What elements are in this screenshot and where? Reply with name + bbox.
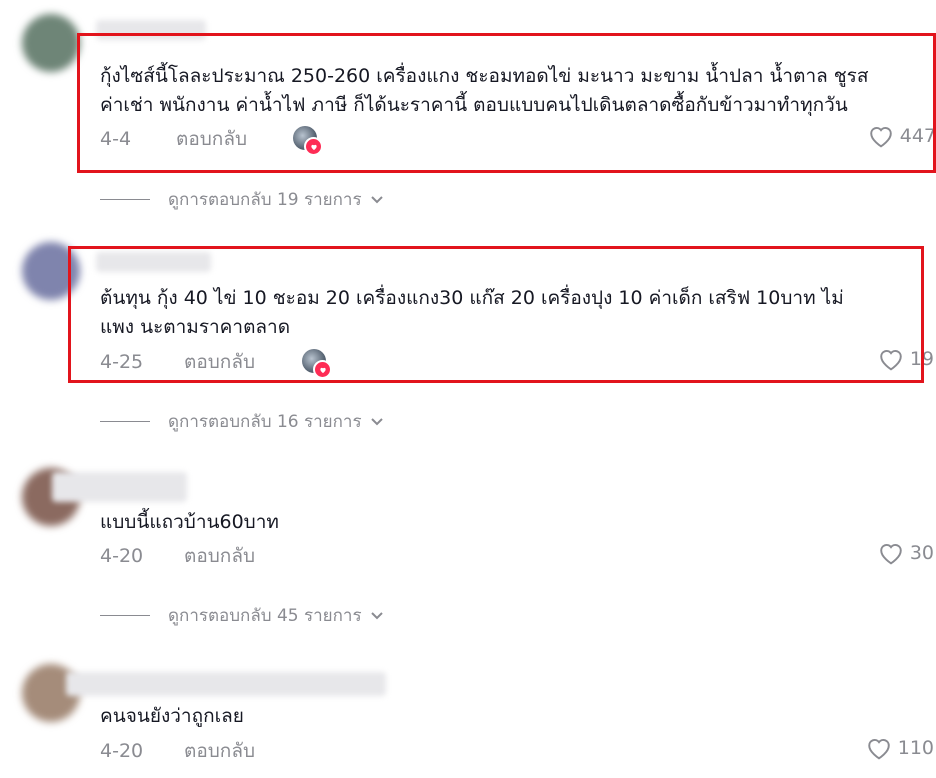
divider-line bbox=[100, 615, 150, 616]
comment-meta: 4-20 ตอบกลับ bbox=[100, 736, 255, 766]
like-button[interactable]: 110 bbox=[866, 736, 934, 760]
comment-text-line: คนจนยังว่าถูกเลย bbox=[100, 705, 244, 727]
heart-outline-icon bbox=[868, 739, 890, 760]
view-replies-label: ดูการตอบกลับ 19 รายการ bbox=[168, 190, 362, 210]
comment-text: แบบนี้แถวบ้าน60บาท bbox=[100, 508, 279, 537]
comment-text-line: แบบนี้แถวบ้าน60บาท bbox=[100, 511, 279, 533]
reply-button[interactable]: ตอบกลับ bbox=[184, 736, 255, 766]
view-replies-button[interactable]: ดูการตอบกลับ 16 รายการ bbox=[100, 408, 384, 435]
username-blurred bbox=[66, 672, 386, 696]
highlight-box bbox=[68, 246, 924, 383]
comment-text: คนจนยังว่าถูกเลย bbox=[100, 702, 244, 731]
heart-outline-icon bbox=[880, 544, 902, 565]
chevron-down-icon bbox=[370, 417, 383, 425]
divider-line bbox=[100, 421, 150, 422]
reply-button[interactable]: ตอบกลับ bbox=[184, 541, 255, 571]
avatar[interactable] bbox=[22, 14, 80, 72]
view-replies-label: ดูการตอบกลับ 45 รายการ bbox=[168, 606, 362, 626]
like-count: 110 bbox=[897, 737, 934, 759]
view-replies-button[interactable]: ดูการตอบกลับ 19 รายการ bbox=[100, 186, 384, 213]
divider-line bbox=[100, 199, 150, 200]
comment-meta: 4-20 ตอบกลับ bbox=[100, 541, 255, 571]
view-replies-label: ดูการตอบกลับ 16 รายการ bbox=[168, 412, 362, 432]
highlight-box bbox=[77, 33, 936, 173]
comment-date: 4-20 bbox=[100, 545, 144, 567]
view-replies-button[interactable]: ดูการตอบกลับ 45 รายการ bbox=[100, 602, 384, 629]
chevron-down-icon bbox=[370, 195, 383, 203]
username-blurred bbox=[52, 472, 187, 502]
chevron-down-icon bbox=[370, 611, 383, 619]
comment-date: 4-20 bbox=[100, 740, 144, 762]
like-button[interactable]: 30 bbox=[878, 541, 934, 565]
like-count: 30 bbox=[909, 542, 934, 564]
